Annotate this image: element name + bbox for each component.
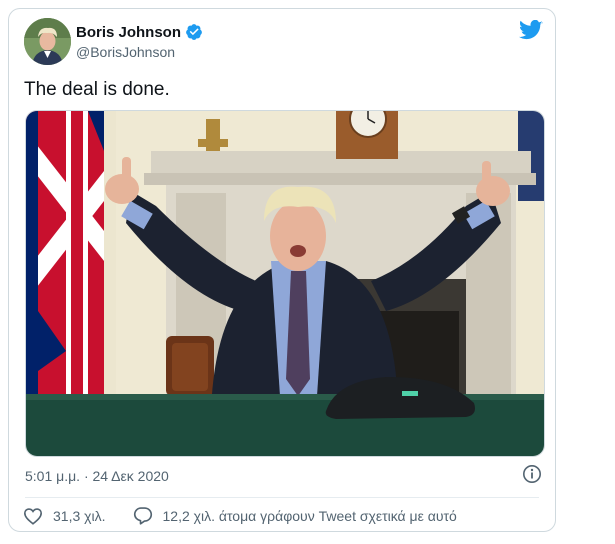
twitter-bird-icon[interactable] [518, 19, 543, 46]
divider [25, 497, 539, 498]
like-count: 31,3 χιλ. [53, 507, 106, 524]
tweet-actions: 31,3 χιλ. 12,2 χιλ. άτομα γράφουν Tweet … [23, 506, 457, 525]
tweet-timestamp[interactable]: 5:01 μ.μ. · 24 Δεκ 2020 [25, 468, 169, 484]
avatar[interactable] [24, 18, 71, 65]
heart-icon [23, 507, 43, 525]
user-name-text[interactable]: Boris Johnson [76, 24, 181, 41]
verified-badge-icon [186, 24, 202, 40]
info-icon[interactable] [522, 464, 542, 489]
tweet-text: The deal is done. [24, 79, 170, 100]
user-handle[interactable]: @BorisJohnson [76, 44, 175, 60]
speech-bubble-icon [133, 507, 152, 525]
like-button[interactable]: 31,3 χιλ. [23, 507, 106, 525]
tweet-card[interactable]: Boris Johnson @BorisJohnson The deal is … [8, 8, 556, 532]
conversation-text: 12,2 χιλ. άτομα γράφουν Tweet σχετικά με… [162, 507, 457, 524]
tweet-photo[interactable] [25, 110, 545, 457]
user-name[interactable]: Boris Johnson [76, 23, 203, 41]
reply-button[interactable]: 12,2 χιλ. άτομα γράφουν Tweet σχετικά με… [133, 506, 457, 525]
